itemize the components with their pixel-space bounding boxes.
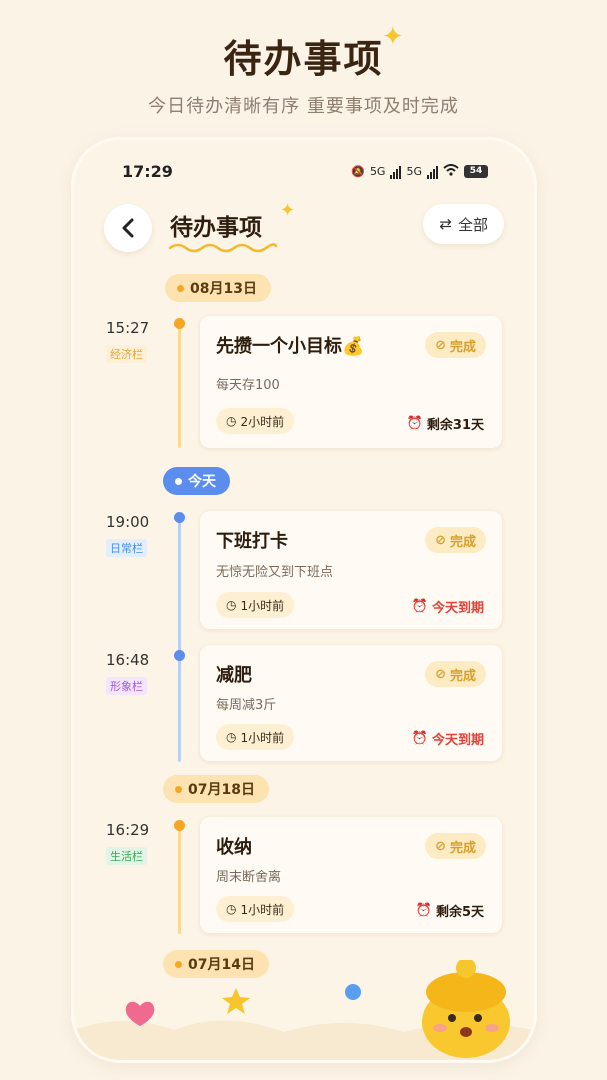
remaining-label: 剩余31天	[426, 418, 484, 433]
category-tag: 形象栏	[106, 677, 147, 695]
check-circle-icon: ⊘	[435, 532, 446, 548]
timeline-dot	[174, 650, 185, 661]
date-group-header: 07月18日	[163, 775, 269, 803]
ball-icon	[345, 984, 361, 1000]
complete-button[interactable]: ⊘ 完成	[425, 661, 486, 687]
created-time-pill: ◷ 2小时前	[216, 408, 295, 434]
clock-icon: ◷	[226, 730, 237, 744]
todo-title: 减肥	[216, 665, 252, 686]
complete-button[interactable]: ⊘ 完成	[425, 332, 486, 358]
complete-label: 完成	[449, 668, 476, 684]
alarm-icon: ⏰	[406, 416, 423, 431]
date-label: 08月13日	[190, 281, 257, 297]
date-group-header: 08月13日	[165, 274, 271, 302]
complete-label: 完成	[449, 339, 476, 355]
date-dot	[175, 785, 182, 793]
timeline-line	[178, 518, 181, 762]
created-time: 1小时前	[240, 598, 285, 613]
created-time: 1小时前	[240, 902, 285, 917]
remaining-label: 剩余5天	[435, 905, 484, 920]
todo-title: 收纳	[216, 837, 252, 858]
complete-label: 完成	[449, 840, 476, 856]
todo-desc: 无惊无险又到下班点	[216, 565, 334, 580]
complete-button[interactable]: ⊘ 完成	[425, 833, 486, 859]
created-time: 2小时前	[240, 414, 285, 429]
timeline-line	[178, 324, 181, 448]
clock-icon: ◷	[226, 598, 237, 612]
hero-title: 待办事项	[223, 37, 384, 81]
todo-title: 先攒一个小目标💰	[216, 336, 365, 357]
date-dot	[175, 477, 182, 485]
entry-time: 19:00	[106, 513, 150, 531]
date-label: 今天	[188, 474, 216, 490]
alarm-icon: ⏰	[411, 731, 428, 746]
clock-icon: ◷	[226, 902, 237, 916]
todo-desc: 每周减3斤	[216, 698, 277, 713]
alarm-icon: ⏰	[415, 903, 432, 918]
todo-card[interactable]: 收纳 ⊘ 完成 周末断舍离 ◷ 1小时前 ⏰ 剩余5天	[200, 817, 502, 933]
check-circle-icon: ⊘	[435, 838, 446, 854]
remaining-time: ⏰ 今天到期	[412, 597, 484, 616]
todo-card[interactable]: 先攒一个小目标💰 ⊘ 完成 每天存100 ◷ 2小时前 ⏰ 剩余31天	[200, 316, 502, 448]
hero-subtitle: 今日待办清晰有序 重要事项及时完成	[148, 96, 459, 117]
entry-time: 15:27	[106, 319, 150, 337]
todo-desc: 每天存100	[216, 378, 280, 393]
check-circle-icon: ⊘	[435, 337, 446, 353]
remaining-label: 今天到期	[431, 601, 484, 616]
timeline-line	[178, 826, 181, 934]
timeline-dot	[174, 820, 185, 831]
created-time: 1小时前	[240, 730, 285, 745]
timeline: 08月13日 15:27 经济栏 先攒一个小目标💰 ⊘ 完成 每天存100 ◷ …	[74, 140, 534, 1060]
remaining-label: 今天到期	[431, 733, 484, 748]
remaining-time: ⏰ 剩余31天	[407, 414, 484, 433]
date-label: 07月18日	[188, 782, 255, 798]
sparkle-icon: ✦	[382, 22, 404, 52]
category-tag: 生活栏	[106, 847, 147, 865]
alarm-icon: ⏰	[411, 599, 428, 614]
check-circle-icon: ⊘	[435, 666, 446, 682]
category-tag: 经济栏	[106, 345, 147, 363]
mascot-icon	[422, 960, 510, 1058]
todo-title: 下班打卡	[216, 531, 288, 552]
timeline-dot	[174, 512, 185, 523]
todo-card[interactable]: 下班打卡 ⊘ 完成 无惊无险又到下班点 ◷ 1小时前 ⏰ 今天到期	[200, 511, 502, 629]
todo-card[interactable]: 减肥 ⊘ 完成 每周减3斤 ◷ 1小时前 ⏰ 今天到期	[200, 645, 502, 761]
remaining-time: ⏰ 剩余5天	[416, 901, 484, 920]
created-time-pill: ◷ 1小时前	[216, 592, 295, 618]
created-time-pill: ◷ 1小时前	[216, 724, 295, 750]
complete-button[interactable]: ⊘ 完成	[425, 527, 486, 553]
created-time-pill: ◷ 1小时前	[216, 896, 295, 922]
clock-icon: ◷	[226, 414, 237, 428]
category-tag: 日常栏	[106, 539, 147, 557]
remaining-time: ⏰ 今天到期	[412, 729, 484, 748]
date-dot	[177, 284, 184, 292]
phone-frame: 17:29 🔕 5G 5G 54 待办事项 ✦ ⇄ 全部 08月13日 15:2…	[74, 140, 534, 1060]
todo-desc: 周末断舍离	[216, 870, 282, 885]
timeline-dot	[174, 318, 185, 329]
complete-label: 完成	[449, 534, 476, 550]
entry-time: 16:48	[106, 651, 150, 669]
entry-time: 16:29	[106, 821, 150, 839]
date-group-header-today: 今天	[163, 467, 230, 495]
bottom-decoration	[74, 960, 534, 1060]
